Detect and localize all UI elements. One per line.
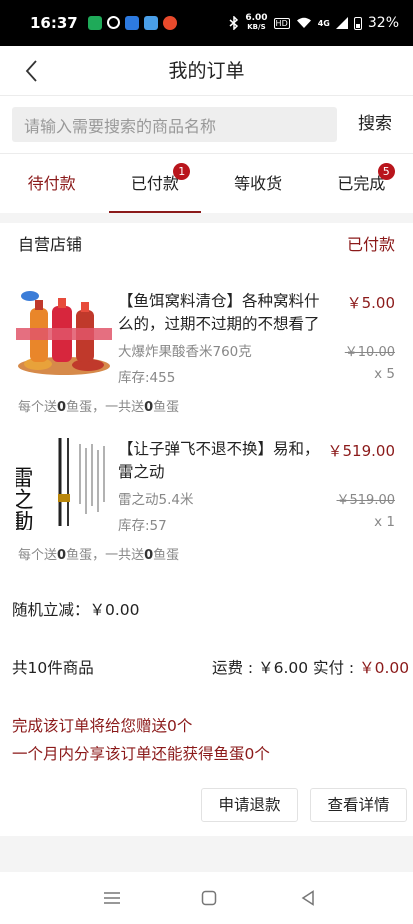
random-discount: 随机立减：￥0.00	[12, 598, 140, 620]
back-nav-icon[interactable]	[296, 888, 320, 908]
gift-total: 0	[144, 400, 154, 415]
product-title: 【让子弹飞不退不换】易和，雷之动	[118, 440, 320, 481]
product-price: ￥5.00	[346, 294, 395, 312]
order-status: 已付款	[346, 235, 395, 254]
search-button[interactable]: 搜索	[345, 107, 405, 142]
product-price: ￥519.00	[327, 442, 396, 460]
nav-bar: 我的订单	[0, 46, 413, 96]
gift-info: 每个送0鱼蛋，一共送0鱼蛋	[18, 544, 179, 563]
gift-middle: 鱼蛋，一共送	[66, 400, 145, 415]
status-indicators: 6.00 KB/S HD 4G 32%	[229, 14, 399, 32]
order-item[interactable]: 雷之動 【让子弹飞不退不换】易和，雷之动 ￥519.00 雷之动5.4米 ￥51…	[0, 428, 413, 568]
message-app-icon	[87, 16, 102, 30]
gift-each: 0	[57, 548, 67, 563]
gift-total: 0	[144, 548, 154, 563]
product-image-text: 雷之動	[16, 466, 34, 530]
product-spec: 大爆炸果酸香米760克	[118, 344, 252, 360]
tab-label: 待付款	[27, 174, 76, 193]
shipping-fee: 运费 : ￥6.00	[212, 656, 308, 678]
product-quantity: x 1	[374, 514, 395, 530]
store-app-icon	[143, 16, 158, 30]
section-divider	[0, 213, 413, 223]
product-spec: 雷之动5.4米	[118, 492, 194, 508]
battery-level: 32%	[367, 15, 399, 31]
signal-icon	[335, 17, 348, 29]
gift-info: 每个送0鱼蛋，一共送0鱼蛋	[18, 396, 179, 415]
order-total-row: 共10件商品 运费 : ￥6.00 实付 : ￥0.00	[0, 652, 413, 682]
home-icon[interactable]	[197, 888, 221, 908]
promo-reward-text: 完成该订单将给您赠送0个	[12, 717, 193, 735]
shop-name: 自营店铺	[18, 235, 83, 254]
order-tabs: 待付款 已付款 1 等收货 已完成 5	[0, 155, 413, 213]
gift-suffix: 鱼蛋	[153, 548, 180, 563]
net-speed-unit: KB/S	[247, 23, 266, 31]
refund-button[interactable]: 申请退款	[201, 788, 298, 822]
system-navigation-bar	[0, 872, 413, 924]
gift-suffix: 鱼蛋	[153, 400, 180, 415]
gift-prefix: 每个送	[18, 548, 58, 563]
original-price: ￥519.00	[336, 493, 396, 508]
gift-each: 0	[57, 400, 67, 415]
tab-completed[interactable]: 已完成 5	[310, 155, 413, 213]
promo-share-text: 一个月内分享该订单还能获得鱼蛋0个	[12, 745, 270, 763]
signal-label: 4G	[317, 18, 330, 28]
order-item[interactable]: 【鱼饵窝料清仓】各种窝料什么的，过期不过期的不想看了 ￥5.00 大爆炸果酸香米…	[0, 280, 413, 420]
shop-header: 自营店铺 已付款	[0, 223, 413, 261]
shipping-label: 运费 :	[212, 659, 259, 677]
shipping-value: ￥6.00	[258, 659, 309, 677]
tab-label: 已完成	[337, 174, 386, 193]
net-speed-value: 6.00	[245, 13, 268, 23]
discount-value: ￥0.00	[89, 601, 140, 619]
status-time: 16:37	[30, 14, 78, 32]
notification-icons	[87, 16, 177, 30]
status-bar: 16:37 6.00 KB/S HD 4G 32%	[0, 0, 413, 46]
discount-label: 随机立减：	[12, 601, 90, 619]
product-title: 【鱼饵窝料清仓】各种窝料什么的，过期不过期的不想看了	[118, 292, 320, 333]
tab-badge: 5	[377, 163, 395, 180]
battery-icon	[353, 16, 362, 30]
menu-icon[interactable]	[100, 888, 124, 908]
bank-app-icon	[124, 16, 139, 30]
product-image: 雷之動	[8, 434, 112, 532]
item-count: 共10件商品	[12, 659, 94, 677]
settings-app-icon	[106, 16, 120, 29]
tab-paid[interactable]: 已付款 1	[103, 155, 206, 213]
paid-value: ￥0.00	[359, 659, 410, 677]
hd-badge: HD	[273, 17, 290, 29]
bluetooth-icon	[229, 16, 239, 30]
gift-middle: 鱼蛋，一共送	[66, 548, 145, 563]
view-details-button[interactable]: 查看详情	[310, 788, 407, 822]
product-stock: 库存:455	[118, 370, 176, 386]
tab-label: 已付款	[130, 174, 179, 193]
gift-prefix: 每个送	[18, 400, 58, 415]
page-title: 我的订单	[168, 60, 245, 82]
page-footer-space	[0, 836, 413, 872]
product-stock: 库存:57	[118, 518, 167, 534]
search-bar: 请输入需要搜索的商品名称 搜索	[0, 96, 413, 154]
weibo-app-icon	[162, 16, 177, 30]
tab-label: 等收货	[234, 174, 283, 193]
original-price: ￥10.00	[344, 345, 395, 360]
search-input[interactable]: 请输入需要搜索的商品名称	[12, 107, 337, 142]
tab-pending-payment[interactable]: 待付款	[0, 155, 103, 213]
tab-badge: 1	[173, 163, 191, 180]
product-quantity: x 5	[374, 366, 395, 382]
paid-amount: 实付 : ￥0.00	[313, 656, 409, 678]
paid-label: 实付 :	[313, 659, 360, 677]
net-speed: 6.00 KB/S	[245, 14, 267, 32]
tab-awaiting-delivery[interactable]: 等收货	[207, 155, 310, 213]
product-image	[16, 288, 112, 378]
wifi-icon	[296, 17, 311, 28]
